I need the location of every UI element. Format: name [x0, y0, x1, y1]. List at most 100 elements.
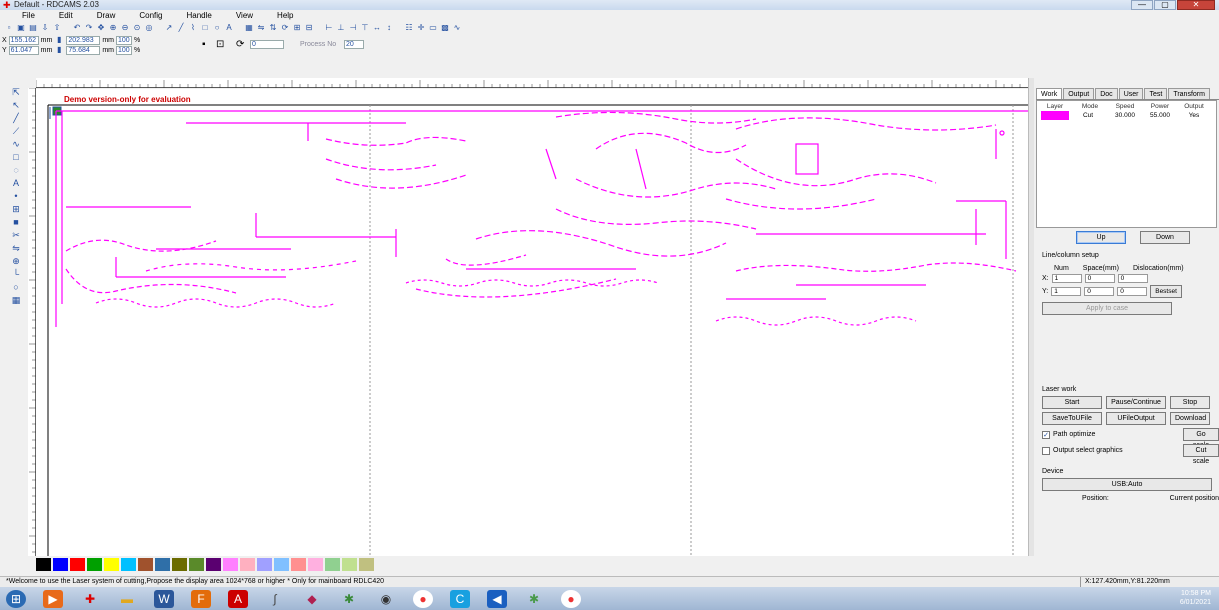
- palette-color-swatch[interactable]: [342, 558, 357, 571]
- device-port-select[interactable]: USB:Auto: [1042, 478, 1212, 491]
- import-icon[interactable]: ⇩: [40, 23, 50, 33]
- menu-file[interactable]: File: [22, 10, 35, 21]
- palette-color-swatch[interactable]: [104, 558, 119, 571]
- bitmap-tool-icon[interactable]: ▦: [9, 294, 23, 306]
- lock-icon[interactable]: ▮: [54, 35, 64, 45]
- gem-app-icon[interactable]: ◆: [302, 590, 322, 608]
- clock-date[interactable]: 6/01/2021: [1180, 598, 1211, 607]
- export-icon[interactable]: ⇧: [52, 23, 62, 33]
- app-f-icon[interactable]: F: [191, 589, 211, 608]
- tool-app-icon[interactable]: ✱: [339, 590, 359, 608]
- start-button[interactable]: Start: [1042, 396, 1102, 409]
- x-dislocation-input[interactable]: 0: [1117, 274, 1148, 283]
- x-space-input[interactable]: 0: [1084, 274, 1115, 283]
- mirror-h-icon[interactable]: ⇋: [256, 23, 266, 33]
- palette-color-swatch[interactable]: [155, 558, 170, 571]
- signature-app-icon[interactable]: ∫: [265, 590, 285, 608]
- scale-y-input[interactable]: 100: [116, 45, 133, 55]
- center-origin-icon[interactable]: ⊡: [216, 40, 224, 50]
- path-optimize-checkbox[interactable]: ✓: [1042, 430, 1050, 439]
- zoom-fit-icon[interactable]: ⊙: [132, 23, 142, 33]
- center-icon[interactable]: ✛: [416, 23, 426, 33]
- menu-handle[interactable]: Handle: [186, 10, 211, 21]
- start-button-icon[interactable]: ⊞: [6, 589, 26, 608]
- text-tool-icon[interactable]: A: [224, 23, 234, 33]
- align-right-icon[interactable]: ⊣: [348, 23, 358, 33]
- x-position-input[interactable]: 155.162: [8, 35, 39, 45]
- text-tool-icon-left[interactable]: A: [9, 177, 23, 189]
- redo-icon[interactable]: ↷: [84, 23, 94, 33]
- rect-tool-icon[interactable]: □: [9, 151, 23, 163]
- array-icon[interactable]: ▦: [244, 23, 254, 33]
- fill-tool-icon[interactable]: ■: [9, 216, 23, 228]
- y-position-input[interactable]: 61.047: [8, 45, 39, 55]
- tab-output[interactable]: Output: [1063, 88, 1095, 99]
- menu-edit[interactable]: Edit: [59, 10, 73, 21]
- align-center-icon[interactable]: ⊥: [336, 23, 346, 33]
- tab-user[interactable]: User: [1118, 88, 1144, 99]
- node-tool-icon[interactable]: ↖: [9, 99, 23, 111]
- y-space-input[interactable]: 0: [1084, 287, 1115, 296]
- apply-size-icon[interactable]: ▪: [202, 40, 206, 50]
- page-icon[interactable]: ▭: [428, 23, 438, 33]
- apply-to-case-button[interactable]: Apply to case: [1042, 302, 1172, 315]
- tab-work[interactable]: Work: [1036, 88, 1063, 99]
- palette-color-swatch[interactable]: [206, 558, 221, 571]
- same-width-icon[interactable]: ↔: [372, 23, 382, 33]
- process-no-input[interactable]: 20: [344, 40, 364, 49]
- weld-tool-icon[interactable]: ⊕: [9, 255, 23, 267]
- group-icon[interactable]: ⊞: [292, 23, 302, 33]
- mirror-v-icon[interactable]: ⇅: [268, 23, 278, 33]
- zoom-in-icon[interactable]: ⊕: [108, 23, 118, 33]
- y-dislocation-input[interactable]: 0: [1117, 287, 1148, 296]
- align-left-icon[interactable]: ⊢: [324, 23, 334, 33]
- close-button[interactable]: ✕: [1177, 0, 1215, 10]
- same-height-icon[interactable]: ↕: [384, 23, 394, 33]
- corner-tool-icon[interactable]: └: [9, 268, 23, 280]
- drawing-canvas[interactable]: Demo version-only for evaluation: [36, 89, 1028, 556]
- layer-color-swatch[interactable]: [1041, 110, 1069, 120]
- point-tool-icon[interactable]: •: [9, 190, 23, 202]
- file-explorer-icon[interactable]: ▬: [117, 590, 137, 608]
- down-button[interactable]: Down: [1140, 231, 1190, 244]
- go-scale-button[interactable]: Go scale: [1183, 428, 1219, 449]
- distribute-icon[interactable]: ☷: [404, 23, 414, 33]
- menu-help[interactable]: Help: [277, 10, 293, 21]
- menu-view[interactable]: View: [236, 10, 253, 21]
- minimize-button[interactable]: —: [1131, 0, 1153, 10]
- download-button[interactable]: Download: [1170, 412, 1210, 425]
- draw-line-icon[interactable]: ╱: [176, 23, 186, 33]
- layer-row[interactable]: Cut 30.000 55.000 Yes: [1037, 110, 1216, 120]
- cut-tool-icon[interactable]: ✂: [9, 229, 23, 241]
- mirror-tool-icon[interactable]: ⇋: [9, 242, 23, 254]
- palette-color-swatch[interactable]: [257, 558, 272, 571]
- palette-color-swatch[interactable]: [121, 558, 136, 571]
- select-tool-icon[interactable]: ⇱: [9, 86, 23, 98]
- word-icon[interactable]: W: [154, 589, 174, 608]
- stop-button[interactable]: Stop: [1170, 396, 1210, 409]
- ellipse-tool-icon[interactable]: ◌: [9, 164, 23, 176]
- rdcams-app-icon[interactable]: ✚: [80, 590, 100, 608]
- menu-config[interactable]: Config: [139, 10, 162, 21]
- current-position-button[interactable]: Current position: [1170, 495, 1219, 502]
- line-tool-icon[interactable]: ╱: [9, 112, 23, 124]
- palette-color-swatch[interactable]: [53, 558, 68, 571]
- zoom-page-icon[interactable]: ◎: [144, 23, 154, 33]
- tab-test[interactable]: Test: [1144, 88, 1168, 99]
- undo-icon[interactable]: ↶: [72, 23, 82, 33]
- size-lock-icon[interactable]: ▮: [54, 45, 64, 55]
- output-select-checkbox[interactable]: [1042, 446, 1050, 455]
- menu-draw[interactable]: Draw: [97, 10, 116, 21]
- palette-color-swatch[interactable]: [138, 558, 153, 571]
- polyline-tool-icon[interactable]: ⟋: [9, 125, 23, 137]
- chrome-icon[interactable]: ●: [413, 589, 433, 608]
- draw-polyline-icon[interactable]: ⌇: [188, 23, 198, 33]
- tool-app-icon-2[interactable]: ✱: [524, 590, 544, 608]
- circle-tool-icon[interactable]: ○: [9, 281, 23, 293]
- palette-color-swatch[interactable]: [308, 558, 323, 571]
- draw-ellipse-icon[interactable]: ○: [212, 23, 222, 33]
- palette-color-swatch[interactable]: [291, 558, 306, 571]
- tab-doc[interactable]: Doc: [1095, 88, 1118, 99]
- clock-time[interactable]: 10:58 PM: [1180, 589, 1211, 598]
- rotate-tool-icon[interactable]: ⟳: [236, 40, 244, 50]
